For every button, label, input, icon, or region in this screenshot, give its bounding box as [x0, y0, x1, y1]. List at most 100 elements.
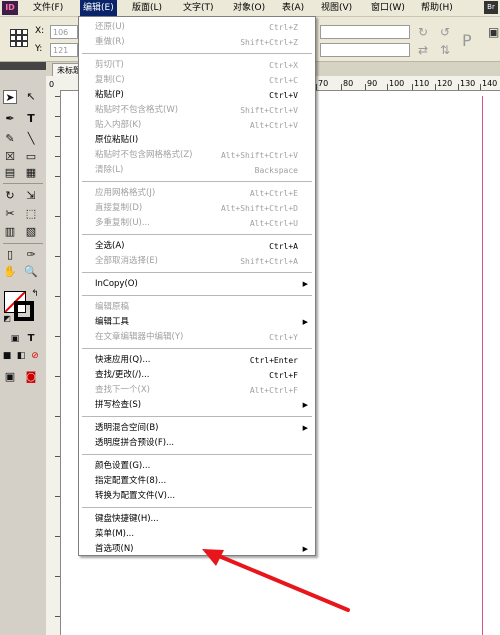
menu-item-redo[interactable]: 重做(R) Shift+Ctrl+Z [80, 35, 314, 50]
formatting-text-icon[interactable]: T [24, 332, 38, 346]
select-container-icon[interactable]: ▣ [488, 25, 499, 39]
line-tool-icon[interactable]: ╲ [24, 132, 38, 146]
tools-panel-titlebar[interactable] [0, 62, 46, 70]
note-tool-icon[interactable]: ▯ [3, 248, 17, 262]
selection-tool-icon[interactable]: ➤ [3, 90, 17, 104]
normal-view-icon[interactable]: ▣ [3, 370, 17, 384]
direct-selection-tool-icon[interactable]: ↖ [24, 90, 38, 104]
menu-item-step-and-repeat[interactable]: 多重复制(U)... Alt+Ctrl+U [80, 216, 314, 231]
menu-help[interactable]: 帮助(H) [418, 0, 456, 16]
x-position-field[interactable]: 106 [50, 25, 78, 39]
menu-item-find-next[interactable]: 查找下一个(X) Alt+Ctrl+F [80, 383, 314, 398]
table-tool-icon[interactable]: ▦ [24, 166, 38, 180]
menu-item-paste-in-place[interactable]: 原位粘贴(I) [80, 133, 314, 148]
submenu-arrow-icon: ▶ [302, 424, 308, 432]
red-arrow-annotation-icon [202, 549, 350, 612]
pencil-tool-icon[interactable]: ✎ [3, 132, 17, 146]
menu-item-edit-with[interactable]: 编辑工具 ▶ [80, 315, 314, 330]
menu-item-edit-original[interactable]: 编辑原稿 [80, 300, 314, 315]
menu-edit[interactable]: 编辑(E) [80, 0, 117, 16]
gradient-feather-tool-icon[interactable]: ▧ [24, 225, 38, 239]
apply-gradient-icon[interactable]: ◧ [14, 349, 28, 363]
menu-item-clear[interactable]: 清除(L) Backspace [80, 163, 314, 178]
eyedropper-tool-icon[interactable]: ✑ [24, 248, 38, 262]
menu-item-edit-in-story-editor[interactable]: 在文章编辑器中编辑(Y) Ctrl+Y [80, 330, 314, 345]
pen-tool-icon[interactable]: ✒ [3, 112, 17, 126]
zoom-tool-icon[interactable]: 🔍 [24, 265, 38, 279]
scissors-tool-icon[interactable]: ✂ [3, 207, 17, 221]
menu-object[interactable]: 对象(O) [230, 0, 268, 16]
edit-menu-dropdown: 还原(U) Ctrl+Z 重做(R) Shift+Ctrl+Z 剪切(T) Ctrl+… [78, 16, 316, 556]
menu-window[interactable]: 窗口(W) [368, 0, 408, 16]
gradient-tool-icon[interactable]: ▥ [3, 225, 17, 239]
menu-view[interactable]: 视图(V) [318, 0, 355, 16]
ruler-number: 100 [389, 79, 405, 88]
menu-item-apply-grid-format[interactable]: 应用网格格式(J) Alt+Ctrl+E [80, 186, 314, 201]
menu-item-paste-without-grid-format[interactable]: 粘贴时不包含网格格式(Z) Alt+Shift+Ctrl+V [80, 148, 314, 163]
tools-separator [3, 183, 43, 184]
flip-vertical-icon[interactable]: ⇅ [440, 43, 450, 57]
rectangle-tool-icon[interactable]: ▭ [24, 150, 38, 164]
apply-none-icon[interactable]: ⊘ [28, 349, 42, 363]
rotate-90-icon[interactable]: ↻ [418, 25, 428, 39]
y-position-field[interactable]: 121 [50, 43, 78, 57]
menu-separator [82, 181, 312, 182]
vertical-ruler[interactable]: 0 [46, 76, 61, 635]
menu-item-find-change[interactable]: 查找/更改(/)... Ctrl+F [80, 368, 314, 383]
swap-fill-stroke-icon[interactable]: ↰ [28, 287, 42, 301]
default-fill-stroke-icon[interactable]: ◩ [0, 312, 14, 326]
apply-color-icon[interactable]: ■ [0, 349, 14, 363]
rotate-tool-icon[interactable]: ↻ [3, 189, 17, 203]
menu-item-incopy[interactable]: InCopy(O) ▶ [80, 277, 314, 292]
indesign-app-icon[interactable]: ID [2, 1, 18, 15]
reference-p-icon[interactable]: P [462, 31, 472, 50]
submenu-arrow-icon: ▶ [302, 280, 308, 288]
bridge-button[interactable]: Br [484, 1, 498, 14]
menu-item-convert-to-profile[interactable]: 转换为配置文件(V)... [80, 489, 314, 504]
flip-horizontal-icon[interactable]: ⇄ [418, 43, 428, 57]
y-label: Y: [35, 44, 43, 54]
formatting-container-icon[interactable]: ▣ [8, 332, 22, 346]
preview-view-icon[interactable]: ◙ [24, 370, 38, 384]
menu-layout[interactable]: 版面(L) [129, 0, 165, 16]
menu-item-deselect-all[interactable]: 全部取消选择(E) Shift+Ctrl+A [80, 254, 314, 269]
menu-item-duplicate[interactable]: 直接复制(D) Alt+Shift+Ctrl+D [80, 201, 314, 216]
ruler-number: 70 [318, 79, 329, 88]
hand-tool-icon[interactable]: ✋ [3, 265, 17, 279]
menu-item-keyboard-shortcuts[interactable]: 键盘快捷键(H)... [80, 512, 314, 527]
x-label: X: [35, 26, 45, 36]
menu-item-paste-without-formatting[interactable]: 粘贴时不包含格式(W) Shift+Ctrl+V [80, 103, 314, 118]
rotate-ccw-icon[interactable]: ↺ [440, 25, 450, 39]
free-transform-tool-icon[interactable]: ⬚ [24, 207, 38, 221]
menu-item-copy[interactable]: 复制(C) Ctrl+C [80, 73, 314, 88]
rectangle-frame-tool-icon[interactable]: ☒ [3, 150, 17, 164]
menu-item-select-all[interactable]: 全选(A) Ctrl+A [80, 239, 314, 254]
menu-item-paste[interactable]: 粘贴(P) Ctrl+V [80, 88, 314, 103]
menu-separator [82, 454, 312, 455]
menu-item-spelling[interactable]: 拼写检查(S) ▶ [80, 398, 314, 413]
menu-separator [82, 53, 312, 54]
menu-item-transparency-blend-space[interactable]: 透明混合空间(B) ▶ [80, 421, 314, 436]
menu-item-quick-apply[interactable]: 快速应用(Q)... Ctrl+Enter [80, 353, 314, 368]
shear-field[interactable] [320, 43, 410, 57]
menu-separator [82, 272, 312, 273]
stroke-swatch[interactable] [14, 301, 34, 321]
menu-item-cut[interactable]: 剪切(T) Ctrl+X [80, 58, 314, 73]
rotation-field[interactable] [320, 25, 410, 39]
menu-item-transparency-flattener-presets[interactable]: 透明度拼合预设(F)... [80, 436, 314, 451]
button-tool-icon[interactable]: ▤ [3, 166, 17, 180]
menu-item-paste-into[interactable]: 贴入内部(K) Alt+Ctrl+V [80, 118, 314, 133]
scale-tool-icon[interactable]: ⇲ [24, 189, 38, 203]
type-tool-icon[interactable]: T [24, 112, 38, 126]
menu-separator [82, 416, 312, 417]
menu-table[interactable]: 表(A) [279, 0, 307, 16]
menu-item-color-settings[interactable]: 颜色设置(G)... [80, 459, 314, 474]
menu-item-assign-profiles[interactable]: 指定配置文件(8)... [80, 474, 314, 489]
submenu-arrow-icon: ▶ [302, 401, 308, 409]
tools-panel: ➤ ↖ ✒ T ✎ ╲ ☒ ▭ ▤ ▦ ↻ ⇲ ✂ ⬚ ▥ ▧ ▯ ✑ ✋ 🔍 … [0, 62, 47, 635]
menu-file[interactable]: 文件(F) [30, 0, 66, 16]
menu-separator [82, 348, 312, 349]
menu-type[interactable]: 文字(T) [180, 0, 217, 16]
menu-item-undo[interactable]: 还原(U) Ctrl+Z [80, 20, 314, 35]
reference-point-icon[interactable] [10, 29, 28, 47]
